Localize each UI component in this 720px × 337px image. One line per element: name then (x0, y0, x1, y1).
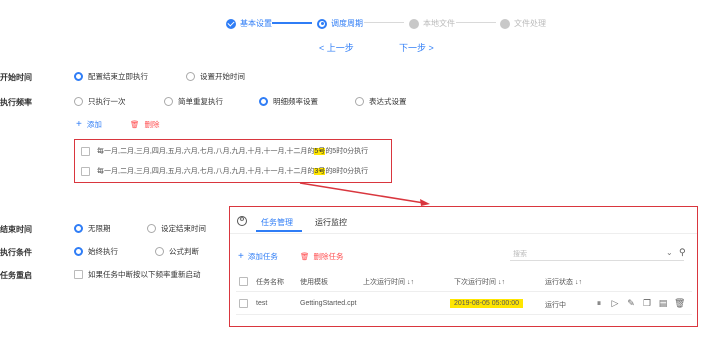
log-icon[interactable]: ▤ (658, 298, 668, 308)
radio-unchecked-icon (147, 224, 156, 233)
row-divider (236, 291, 692, 292)
next-run-cell: 2019-08-05 05:00:00 (450, 299, 523, 308)
column-header-status[interactable]: 运行状态 ↓↑ (545, 277, 582, 287)
play-icon[interactable]: ▷ (610, 298, 620, 308)
column-header-last-run[interactable]: 上次运行时间 ↓↑ (363, 277, 414, 287)
status-cell: 运行中 (545, 302, 566, 309)
no-end-option[interactable]: 无限期 (74, 223, 111, 234)
always-run-option[interactable]: 始终执行 (74, 246, 118, 257)
tab-run-monitor[interactable]: 运行监控 (315, 217, 347, 228)
pause-icon[interactable]: ⏸ (594, 298, 604, 308)
task-name-cell: test (256, 300, 268, 307)
restart-checkbox[interactable]: 如果任务中断按以下频率重新启动 (74, 269, 201, 280)
option-label: 公式判断 (169, 247, 199, 256)
radio-unchecked-icon (155, 247, 164, 256)
option-label: 设定结束时间 (161, 224, 206, 233)
row-divider (236, 314, 692, 315)
copy-icon[interactable]: ❐ (642, 298, 652, 308)
chevron-down-icon[interactable]: ⌄ (666, 248, 673, 257)
trash-icon: 🗑 (300, 252, 310, 261)
add-task-label: 添加任务 (247, 252, 278, 261)
template-cell: GettingStarted.cpt (300, 300, 357, 307)
radio-checked-icon (74, 224, 83, 233)
column-header-task-name[interactable]: 任务名称 (256, 277, 284, 287)
active-tab-indicator (256, 230, 302, 232)
formula-option[interactable]: 公式判断 (155, 246, 199, 257)
column-header-template[interactable]: 使用模板 (300, 277, 328, 287)
edit-icon[interactable]: ✎ (626, 298, 636, 308)
plus-icon: + (238, 251, 244, 262)
option-label: 无限期 (88, 224, 111, 233)
column-header-next-run[interactable]: 下次运行时间 ↓↑ (454, 277, 505, 287)
delete-task-button[interactable]: 🗑 删除任务 (300, 251, 344, 262)
option-label: 始终执行 (88, 247, 118, 256)
divider (230, 233, 697, 234)
checkbox-icon (74, 270, 83, 279)
condition-label: 执行条件 (0, 248, 32, 257)
add-task-button[interactable]: + 添加任务 (238, 251, 278, 262)
checkbox-label: 如果任务中断按以下频率重新启动 (88, 270, 201, 279)
search-icon[interactable]: ⚲ (679, 247, 686, 258)
search-input[interactable]: 搜索 (510, 247, 684, 261)
radio-checked-icon (74, 247, 83, 256)
restart-label: 任务重启 (0, 271, 32, 280)
task-management-panel: ⚙ 任务管理 运行监控 + 添加任务 🗑 删除任务 搜索 ⌄ ⚲ 任务名称 使用… (229, 206, 698, 327)
tab-task-management[interactable]: 任务管理 (261, 217, 293, 228)
set-end-time-option[interactable]: 设定结束时间 (147, 223, 206, 234)
select-all-checkbox[interactable] (239, 277, 248, 286)
trash-icon[interactable]: 🗑 (674, 298, 685, 308)
gear-icon[interactable]: ⚙ (237, 216, 247, 226)
end-time-label: 结束时间 (0, 225, 32, 234)
delete-task-label: 删除任务 (313, 252, 344, 261)
row-checkbox[interactable] (239, 299, 248, 308)
search-placeholder: 搜索 (513, 251, 527, 258)
